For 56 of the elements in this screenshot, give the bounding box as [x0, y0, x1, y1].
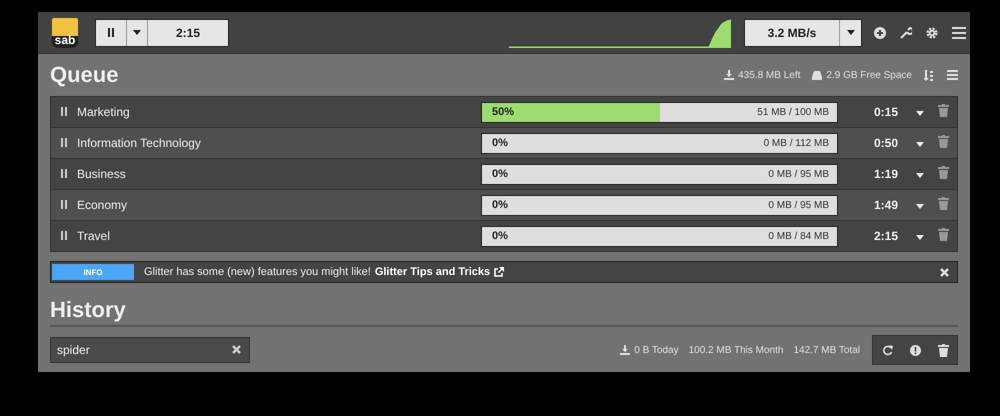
alert-icon[interactable]: [910, 344, 920, 356]
search-field[interactable]: spider: [50, 337, 250, 363]
settings-icon[interactable]: [926, 26, 938, 38]
caret-icon: [846, 30, 854, 35]
caret-icon: [916, 204, 924, 209]
pause-icon[interactable]: [108, 28, 114, 37]
trash-icon[interactable]: [938, 344, 948, 356]
history-title: History: [50, 297, 126, 323]
job-name: Economy: [77, 198, 128, 212]
clear-icon[interactable]: [232, 345, 241, 354]
trash-icon[interactable]: [938, 228, 949, 241]
list-icon[interactable]: [947, 70, 958, 80]
time-left: 2:15: [872, 229, 898, 243]
free-space: 2.9 GB Free Space: [826, 70, 912, 80]
pause-button[interactable]: [96, 20, 127, 46]
refresh-icon[interactable]: [882, 344, 892, 356]
external-link-icon: [494, 267, 504, 277]
time-left: 0:15: [872, 105, 898, 119]
add-icon[interactable]: [874, 26, 886, 38]
sort-icon[interactable]: [924, 70, 933, 80]
caret-icon: [916, 142, 924, 147]
job-name: Marketing: [77, 105, 131, 119]
month-total: 100.2 MB This Month: [688, 344, 784, 356]
caret-icon: [133, 30, 141, 35]
time-left: 1:49: [872, 198, 898, 212]
queue-title: Queue: [50, 62, 118, 88]
timer-button[interactable]: 2:15: [148, 20, 228, 46]
pause-icon[interactable]: [61, 169, 67, 178]
remaining-size: 435.8 MB Left: [738, 70, 800, 80]
overall-total: 142.7 MB Total: [793, 344, 860, 356]
caret-icon: [916, 235, 924, 240]
caret-icon: [916, 173, 924, 178]
progress-percent: 50%: [492, 106, 514, 118]
job-name: Travel: [77, 229, 111, 243]
caret-icon: [916, 111, 924, 116]
job-name: Information Technology: [77, 136, 202, 150]
trash-icon[interactable]: [938, 166, 949, 179]
download-icon: [620, 345, 630, 355]
time-left: 1:19: [872, 167, 898, 181]
dropdown-button[interactable]: [840, 20, 861, 46]
logo[interactable]: sab: [52, 18, 78, 48]
job-size: 51 MB / 100 MB: [757, 106, 829, 118]
menu-icon[interactable]: [952, 26, 966, 38]
job-name: Business: [77, 167, 127, 181]
info-badge: INFO: [52, 264, 134, 280]
close-icon[interactable]: [940, 268, 949, 276]
today-total: 0 B Today: [634, 344, 679, 356]
tips-link[interactable]: Glitter Tips and Tricks: [374, 266, 490, 278]
download-icon: [724, 70, 734, 80]
dropdown-button[interactable]: [127, 20, 148, 46]
pause-icon[interactable]: [61, 231, 67, 240]
notice-message: Glitter has some (new) features you might like!: [144, 266, 371, 278]
time-left: 0:50: [872, 136, 898, 150]
speed-button[interactable]: 3.2 MB/s: [745, 20, 840, 46]
pause-icon[interactable]: [61, 107, 67, 116]
trash-icon[interactable]: [938, 104, 949, 117]
